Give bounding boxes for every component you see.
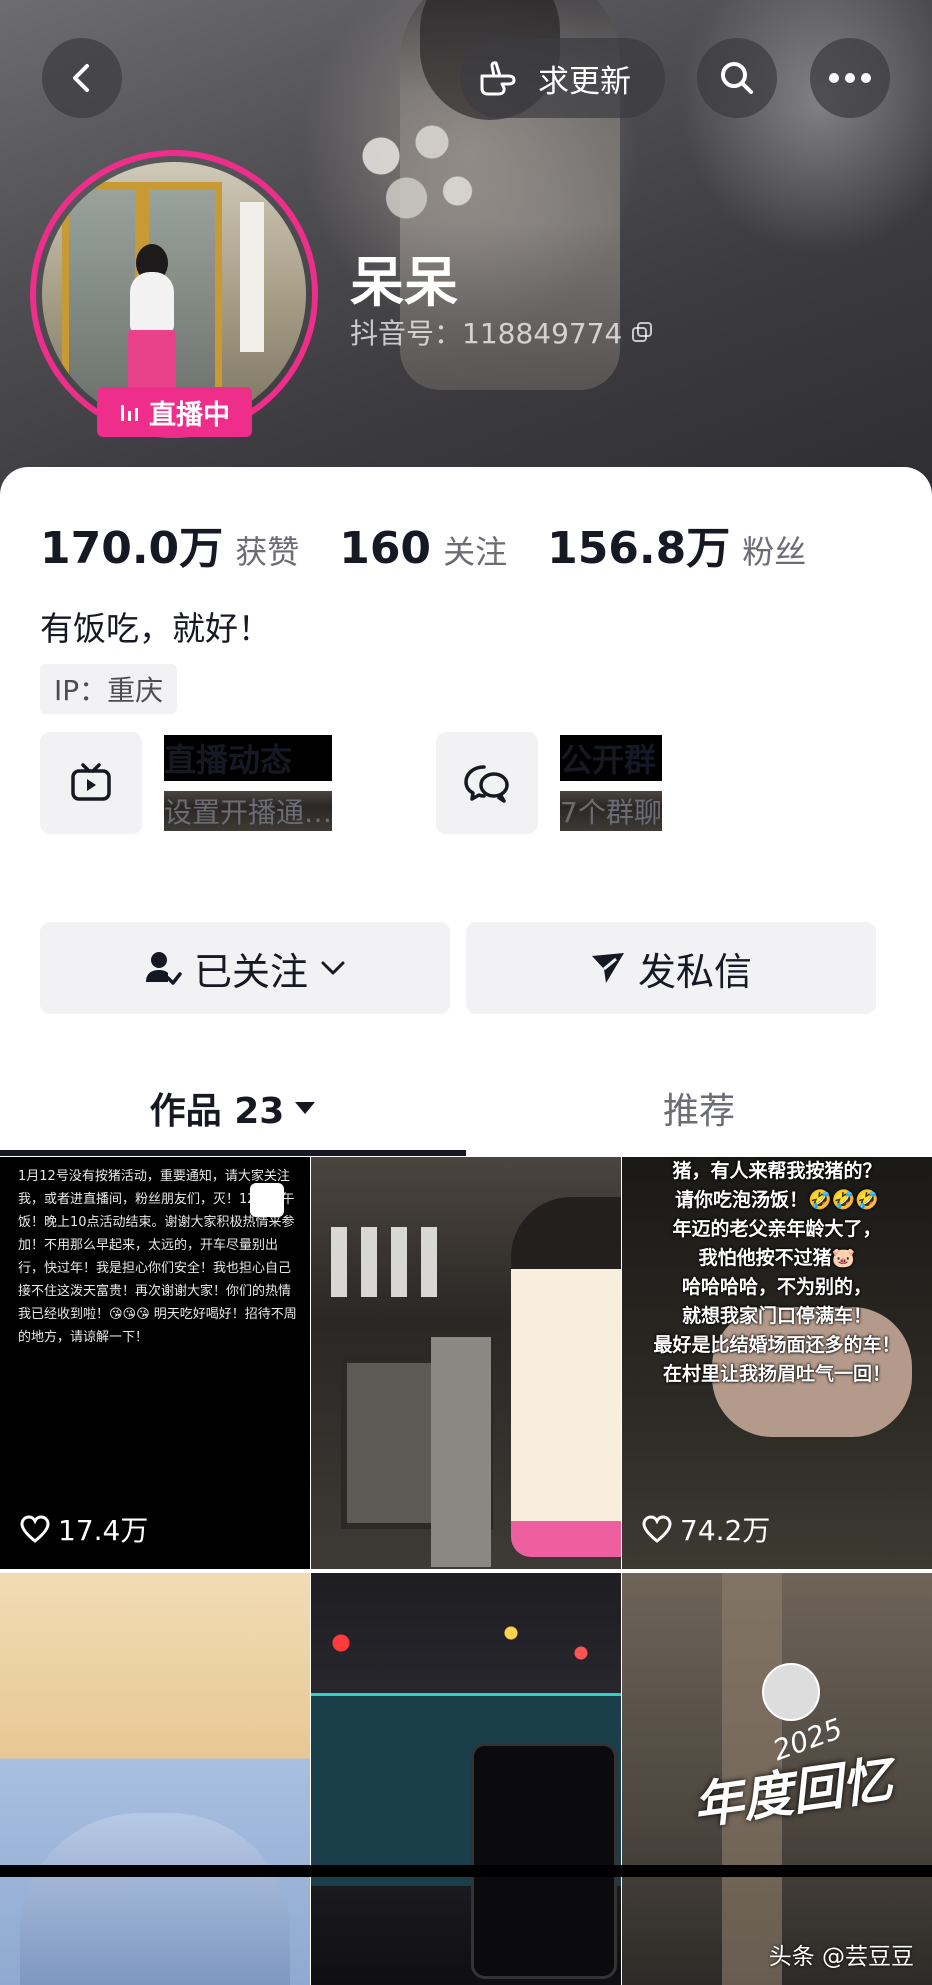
video-grid: 1月12号没有按猪活动，重要通知，请大家关注我，或者进直播间，粉丝朋友们，灭！1… <box>0 1157 932 1985</box>
tab-works[interactable]: 作品 23 <box>0 1065 466 1151</box>
ip-location-tag: IP：重庆 <box>40 664 178 714</box>
followers-label: 粉丝 <box>742 533 807 571</box>
copy-icon[interactable] <box>630 320 654 344</box>
pinned-icon <box>250 1183 284 1217</box>
tab-recommend-label: 推荐 <box>662 1091 735 1132</box>
send-message-label: 发私信 <box>637 949 752 994</box>
live-updates-entry[interactable]: 直播动态 设置开播通… <box>40 732 333 834</box>
video-overlay-text: 猪，有人来帮我按猪的？ 请你吃泡汤饭！🤣🤣🤣 年迈的老父亲年龄大了， 我怕他按不… <box>653 1160 901 1385</box>
tab-works-label: 作品 23 <box>149 1091 285 1132</box>
video-thumbnail[interactable]: 2025 年度回忆 头条 @芸豆豆 <box>622 1573 932 1985</box>
person-image <box>511 1197 621 1557</box>
cover-flowers <box>330 100 500 240</box>
send-message-button[interactable]: 发私信 <box>466 922 876 1014</box>
back-button[interactable] <box>42 38 122 118</box>
active-tab-indicator <box>0 1150 466 1156</box>
heart-icon <box>20 1515 50 1543</box>
douyin-id: 抖音号：118849774 <box>350 312 654 352</box>
send-icon <box>591 953 624 983</box>
video-thumbnail[interactable] <box>0 1573 310 1985</box>
pointing-hand-icon <box>480 61 516 96</box>
bottom-strip <box>0 1865 932 1877</box>
group-chat-icon <box>464 765 509 803</box>
like-count-text: 74.2万 <box>680 1514 771 1547</box>
request-update-button[interactable]: 求更新 <box>460 38 665 118</box>
likes-count[interactable]: 170.0万 <box>40 512 223 576</box>
content-tabs: 作品 23 推荐 <box>0 1065 932 1151</box>
live-updates-title: 直播动态 <box>164 735 333 781</box>
phone-image <box>471 1743 617 1979</box>
following-count[interactable]: 160 <box>339 523 431 574</box>
live-updates-subtitle: 设置开播通… <box>164 791 333 831</box>
video-thumbnail[interactable]: 1月12号没有按猪活动，重要通知，请大家关注我，或者进直播间，粉丝朋友们，灭！1… <box>0 1157 310 1569</box>
tv-icon <box>71 763 111 801</box>
douyin-id-text: 抖音号：118849774 <box>350 317 623 350</box>
following-button[interactable]: 已关注 <box>40 922 450 1014</box>
video-thumbnail[interactable]: 猪，有人来帮我按猪的？ 请你吃泡汤饭！🤣🤣🤣 年迈的老父亲年龄大了， 我怕他按不… <box>622 1157 932 1569</box>
live-badge[interactable]: 直播中 <box>97 387 252 437</box>
likes-label: 获赞 <box>235 533 300 571</box>
chat-icon-box <box>436 732 538 834</box>
like-count: 17.4万 <box>20 1509 148 1549</box>
request-update-label: 求更新 <box>538 63 631 100</box>
tab-recommend[interactable]: 推荐 <box>466 1065 932 1151</box>
following-label-text: 已关注 <box>193 949 308 994</box>
search-button[interactable] <box>697 38 777 118</box>
following-label: 关注 <box>443 533 508 571</box>
like-count: 74.2万 <box>642 1509 770 1549</box>
caret-down-icon <box>295 1102 316 1114</box>
profile-name: 呆呆 <box>350 251 458 314</box>
search-icon <box>721 62 753 94</box>
stats-row: 170.0万 获赞 160 关注 156.8万 粉丝 <box>40 512 846 576</box>
live-bars-icon <box>121 405 138 421</box>
public-group-subtitle: 7个群聊 <box>560 791 662 831</box>
user-check-icon <box>145 952 182 985</box>
back-arrow-icon <box>73 64 89 92</box>
heart-icon <box>642 1515 672 1543</box>
live-badge-label: 直播中 <box>149 399 230 431</box>
source-watermark: 头条 @芸豆豆 <box>768 1944 914 1970</box>
like-count-text: 17.4万 <box>58 1514 149 1547</box>
video-thumbnail[interactable] <box>311 1573 621 1985</box>
tv-icon-box <box>40 732 142 834</box>
more-options-button[interactable] <box>810 38 890 118</box>
jeans-image <box>20 1813 290 1985</box>
profile-bio: 有饭吃，就好！ <box>40 609 271 648</box>
profile-card: 170.0万 获赞 160 关注 156.8万 粉丝 有饭吃，就好！ IP：重庆… <box>0 467 932 1157</box>
video-thumbnail[interactable] <box>311 1157 621 1569</box>
public-group-title: 公开群 <box>560 735 662 781</box>
chevron-down-icon <box>321 961 345 975</box>
more-dots-icon <box>829 73 871 83</box>
public-group-entry[interactable]: 公开群 7个群聊 <box>436 732 662 834</box>
mini-avatar <box>762 1663 820 1721</box>
followers-count[interactable]: 156.8万 <box>547 512 730 576</box>
year-review-title: 年度回忆 <box>689 1750 896 1836</box>
